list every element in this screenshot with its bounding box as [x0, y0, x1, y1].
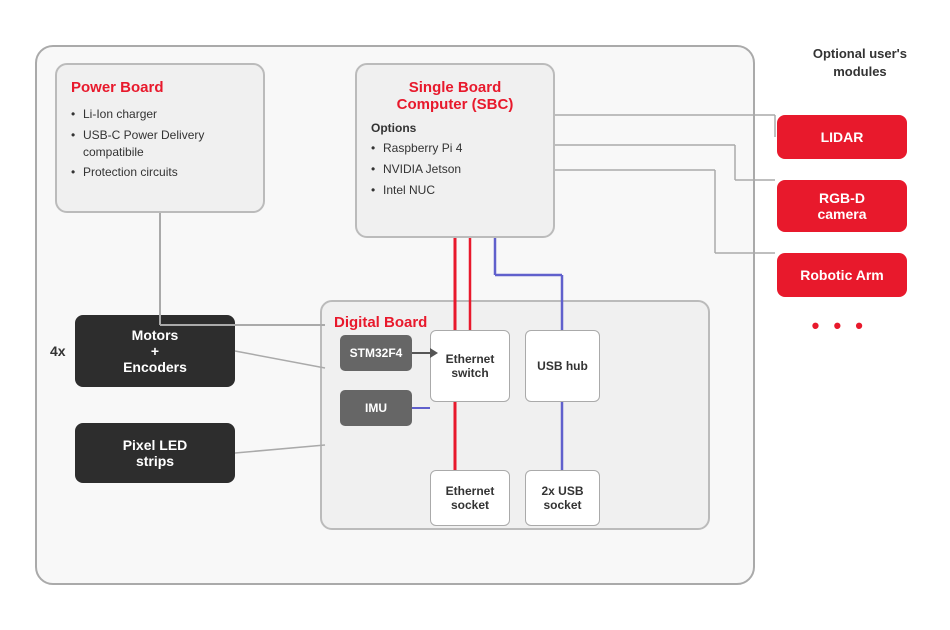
digital-board-title: Digital Board: [334, 314, 696, 331]
optional-dots: • • •: [812, 313, 867, 339]
motor-label: Motors+Encoders: [123, 327, 187, 375]
sbc-title: Single BoardComputer (SBC): [371, 79, 539, 113]
eth-socket-box: Ethernet socket: [430, 470, 510, 526]
led-label: Pixel LEDstrips: [123, 437, 188, 469]
power-bullet-1: Li-Ion charger: [71, 106, 249, 123]
power-board-list: Li-Ion charger USB-C Power Delivery comp…: [71, 106, 249, 181]
sbc-options-label: Options: [371, 121, 539, 135]
usb-socket-box: 2x USB socket: [525, 470, 600, 526]
sbc-option-1: Raspberry Pi 4: [371, 140, 539, 157]
label-4x: 4x: [50, 343, 66, 359]
module-lidar: LIDAR: [777, 115, 907, 159]
usb-hub-box: USB hub: [525, 330, 600, 402]
sbc-option-3: Intel NUC: [371, 182, 539, 199]
module-arm: Robotic Arm: [777, 253, 907, 297]
motor-box: Motors+Encoders: [75, 315, 235, 387]
stm32-box: STM32F4: [340, 335, 412, 371]
sbc-option-2: NVIDIA Jetson: [371, 161, 539, 178]
power-bullet-2: USB-C Power Delivery compatibile: [71, 127, 249, 161]
power-board: Power Board Li-Ion charger USB-C Power D…: [55, 63, 265, 213]
arm-label: Robotic Arm: [800, 267, 883, 283]
power-board-title: Power Board: [71, 79, 249, 96]
imu-box: IMU: [340, 390, 412, 426]
eth-switch-box: Ethernet switch: [430, 330, 510, 402]
rgbd-label: RGB-Dcamera: [817, 190, 866, 222]
module-rgbd: RGB-Dcamera: [777, 180, 907, 232]
sbc-options-list: Raspberry Pi 4 NVIDIA Jetson Intel NUC: [371, 140, 539, 198]
sbc-board: Single BoardComputer (SBC) Options Raspb…: [355, 63, 555, 238]
optional-modules-label: Optional user'smodules: [813, 45, 907, 81]
lidar-label: LIDAR: [821, 129, 864, 145]
diagram-wrapper: Optional user'smodules LIDAR RGB-Dcamera…: [15, 15, 935, 615]
power-bullet-3: Protection circuits: [71, 164, 249, 181]
led-box: Pixel LEDstrips: [75, 423, 235, 483]
